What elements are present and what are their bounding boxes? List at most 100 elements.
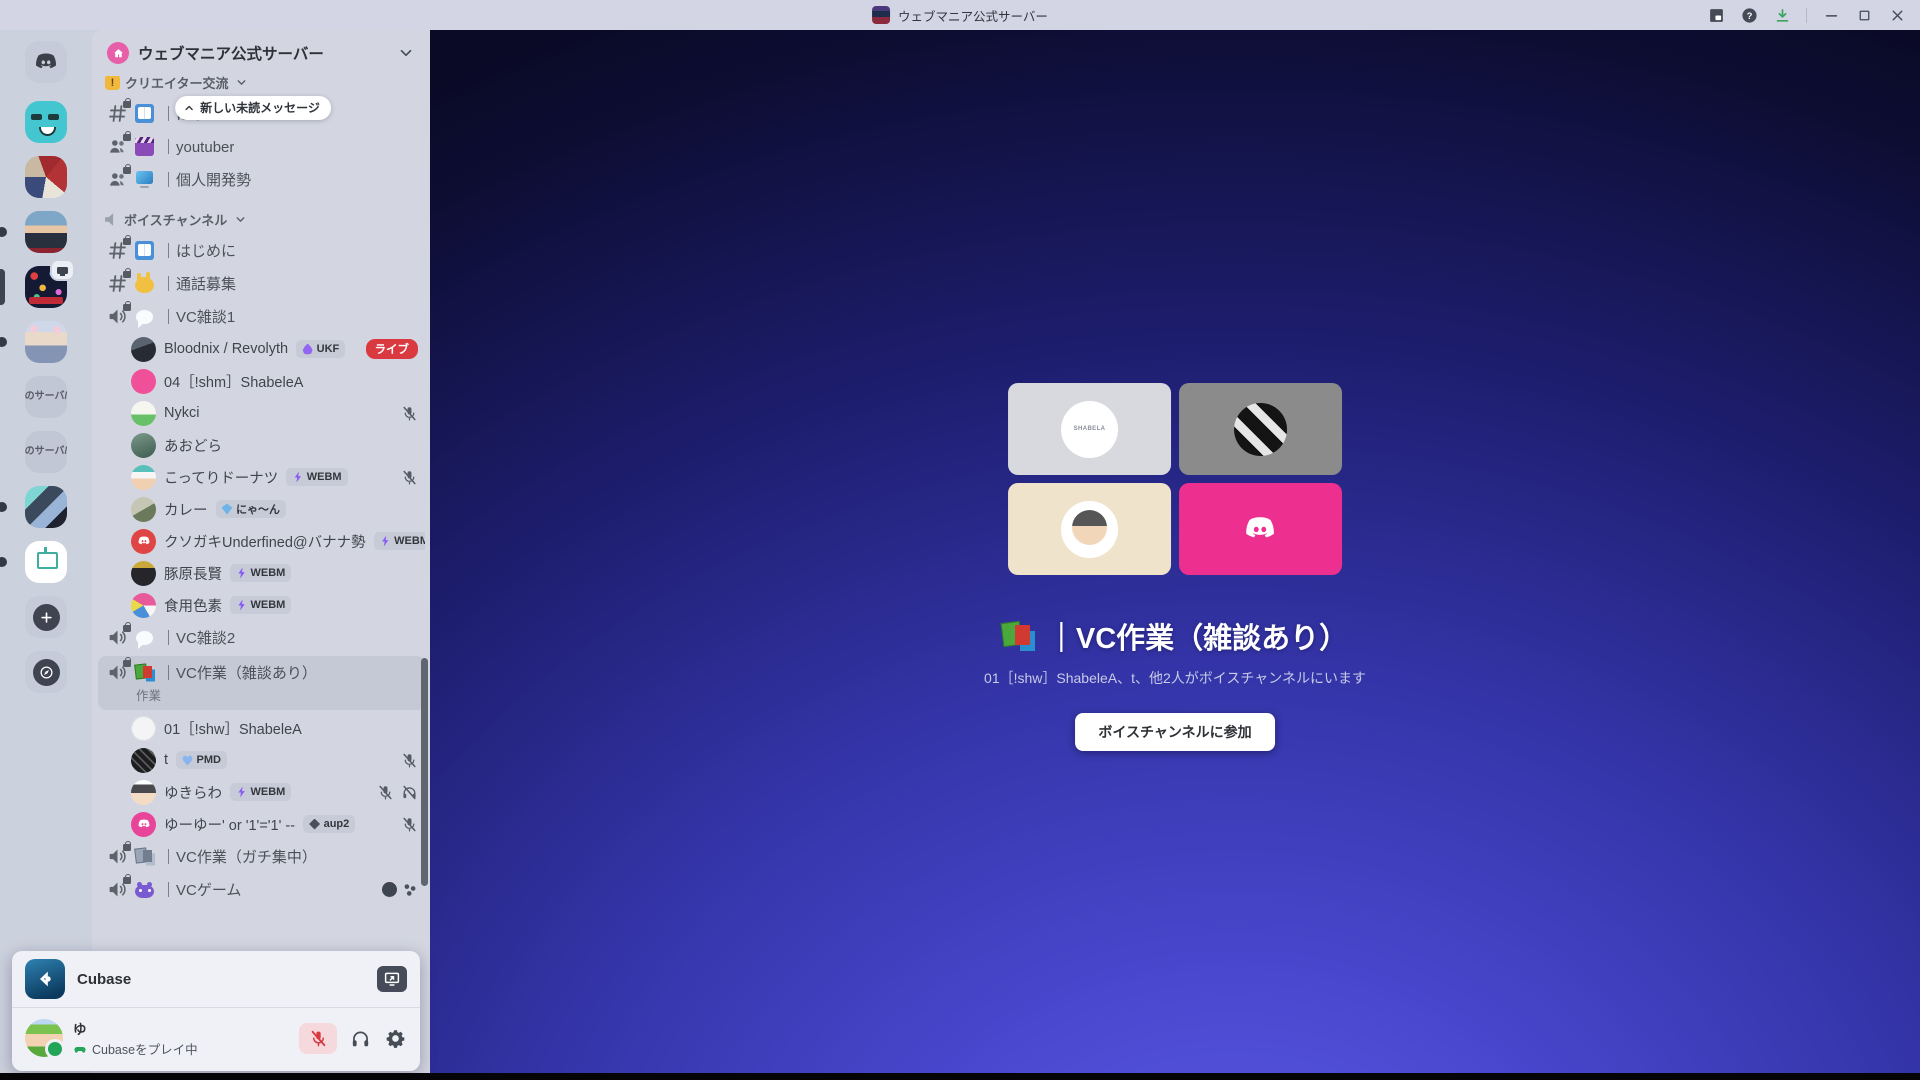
channel-個人開発勢[interactable]: ｜個人開発勢 xyxy=(98,163,425,196)
category-ボイスチャンネル[interactable]: ボイスチャンネル xyxy=(98,205,425,234)
bubble-emoji xyxy=(135,630,154,646)
voice-channel-participants-text: 01［!shw］ShabeleA、t、他2人がボイスチャンネルにいます xyxy=(984,668,1366,688)
category-label: ボイスチャンネル xyxy=(124,210,227,229)
flame-icon xyxy=(302,344,313,355)
channel-VC作業ガチ集中[interactable]: ｜VC作業（ガチ集中） xyxy=(98,840,425,873)
voice-user-row[interactable]: tPMD xyxy=(98,744,425,776)
chevron-down-icon xyxy=(234,213,247,226)
mic-mute-button[interactable] xyxy=(299,1023,337,1054)
maximize-button[interactable] xyxy=(1855,6,1873,24)
voice-user-row[interactable]: クソガキUnderfined@バナナ勢 WEBM xyxy=(98,525,425,557)
user-avatar xyxy=(131,497,156,522)
channel-label: ｜はじめに xyxy=(161,240,236,261)
lock-icon xyxy=(123,625,131,632)
channel-通話募集[interactable]: ｜通話募集 xyxy=(98,267,425,300)
new-unread-messages-pill[interactable]: 新しい未読メッセージ xyxy=(175,96,331,120)
bolt-icon xyxy=(380,536,391,547)
book-emoji xyxy=(135,241,154,260)
voice-user-row[interactable]: Bloodnix / RevolythUKFライブ xyxy=(98,333,425,365)
participant-tile-face[interactable] xyxy=(1008,483,1171,575)
lock-icon xyxy=(123,660,131,667)
server-icon-webmania[interactable] xyxy=(0,266,92,308)
pip-icon[interactable] xyxy=(1707,6,1725,24)
minimize-button[interactable] xyxy=(1822,6,1840,24)
user-avatar xyxy=(131,716,156,741)
sidebar-scrollbar[interactable] xyxy=(421,658,428,886)
server-icon-photo[interactable] xyxy=(0,156,92,198)
server-icon-suitman[interactable] xyxy=(0,211,92,253)
channel-VC作業雑談あり[interactable]: ｜VC作業（雑談あり） xyxy=(98,656,425,689)
current-user-status: Cubaseをプレイ中 xyxy=(73,1039,289,1058)
channel-label: ｜通話募集 xyxy=(161,273,236,294)
lock-icon xyxy=(123,101,131,108)
voice-user-row[interactable]: 01［!shw］ShabeleA xyxy=(98,712,425,744)
member-avatar xyxy=(382,882,397,897)
activity-card[interactable]: Cubase xyxy=(12,951,420,1007)
voice-channel-icon xyxy=(107,662,128,683)
user-name: クソガキUnderfined@バナナ勢 xyxy=(164,531,366,552)
voice-user-row[interactable]: ゆーゆー' or '1'='1' --aup2 xyxy=(98,808,425,840)
server-avatar xyxy=(25,321,67,363)
participant-tile-logo[interactable]: SHABELA xyxy=(1008,383,1171,475)
channel-VC雑談1[interactable]: ｜VC雑談1 xyxy=(98,300,425,333)
user-name: こってりドーナツ xyxy=(164,467,278,488)
current-user-avatar[interactable] xyxy=(25,1019,63,1057)
mic-muted-icon xyxy=(377,784,394,801)
voice-user-row[interactable]: 豚原長賢WEBM xyxy=(98,557,425,589)
titlebar-server-icon xyxy=(872,6,890,24)
close-button[interactable] xyxy=(1888,6,1906,24)
user-panel: Cubase ゆ Cubaseをプレイ中 xyxy=(12,951,420,1071)
voice-user-row[interactable]: Nykci xyxy=(98,397,425,429)
voice-user-row[interactable]: こってりドーナツ WEBM xyxy=(98,461,425,493)
unread-indicator xyxy=(0,557,7,567)
channel-VC雑談2[interactable]: ｜VC雑談2 xyxy=(98,621,425,654)
server-icon-cyanface[interactable] xyxy=(0,101,92,143)
lock-icon xyxy=(123,238,131,245)
voice-user-row[interactable]: あおどら xyxy=(98,429,425,461)
voice-user-row[interactable]: 食用色素WEBM xyxy=(98,589,425,621)
bubble-emoji xyxy=(135,309,154,325)
discord-home-button[interactable] xyxy=(0,41,92,83)
badge-label: WEBM xyxy=(307,471,342,483)
server-folder[interactable]: のサーバ/ xyxy=(0,431,92,473)
channel-youtuber[interactable]: ｜youtuber xyxy=(98,130,425,163)
server-folder[interactable]: のサーバ/ xyxy=(0,376,92,418)
user-name: ゆきらわ xyxy=(164,782,222,803)
text-channel-icon xyxy=(107,273,128,294)
voice-user-row[interactable]: ゆきらわWEBM xyxy=(98,776,425,808)
user-badge-にゃ～ん: にゃ～ん xyxy=(216,500,287,518)
channel-label: ｜VC作業（ガチ集中） xyxy=(161,846,317,867)
server-icon-miku[interactable] xyxy=(0,486,92,528)
mic-muted-icon xyxy=(401,405,418,422)
voice-channel-title: ｜VC作業（雑談あり） xyxy=(1002,615,1348,657)
chevron-down-icon xyxy=(397,44,415,62)
server-avatar xyxy=(25,486,67,528)
add-server-button[interactable] xyxy=(0,596,92,638)
unread-indicator xyxy=(0,337,7,347)
user-avatar xyxy=(131,401,156,426)
user-avatar xyxy=(131,529,156,554)
server-folder-label: のサーバ/ xyxy=(25,431,67,473)
participant-tile-discord[interactable] xyxy=(1179,483,1342,575)
voice-user-row[interactable]: 04［!shm］ShabeleA xyxy=(98,365,425,397)
explore-servers-button[interactable] xyxy=(0,651,92,693)
diamond-icon xyxy=(309,819,320,830)
server-icon-animegirl[interactable] xyxy=(0,321,92,363)
channel-VCゲーム[interactable]: ｜VCゲーム xyxy=(98,873,425,906)
selected-channel-block[interactable]: ｜VC作業（雑談あり）作業 xyxy=(98,656,425,710)
server-header[interactable]: ウェブマニア公式サーバー xyxy=(92,30,430,76)
voice-user-row[interactable]: カレーにゃ～ん xyxy=(98,493,425,525)
user-badge-WEBM: WEBM xyxy=(374,532,425,550)
participant-tile-stripes[interactable] xyxy=(1179,383,1342,475)
screen-share-button[interactable] xyxy=(377,966,407,992)
server-icon-easel[interactable] xyxy=(0,541,92,583)
join-voice-channel-button[interactable]: ボイスチャンネルに参加 xyxy=(1075,713,1274,751)
category-クリエイター交流[interactable]: クリエイター交流 xyxy=(98,76,425,97)
deafen-button[interactable] xyxy=(348,1026,372,1050)
text-channel-icon xyxy=(107,103,128,124)
settings-gear-button[interactable] xyxy=(383,1026,407,1050)
channel-はじめに[interactable]: ｜はじめに xyxy=(98,234,425,267)
channel-list: クリエイター交流｜はじめに｜youtuber｜個人開発勢ボイスチャンネル｜はじめ… xyxy=(92,76,430,1073)
download-update-icon[interactable] xyxy=(1773,6,1791,24)
help-icon[interactable]: ? xyxy=(1740,6,1758,24)
